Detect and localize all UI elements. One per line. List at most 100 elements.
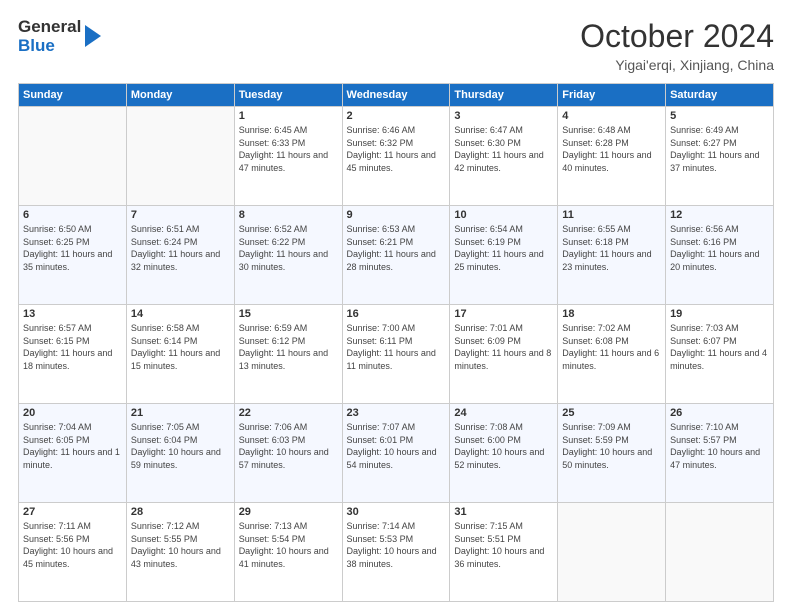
logo-blue: Blue — [18, 37, 81, 56]
day-number: 5 — [670, 110, 769, 122]
day-number: 17 — [454, 308, 553, 320]
calendar-cell: 13 Sunrise: 6:57 AM Sunset: 6:15 PM Dayli… — [19, 305, 127, 404]
calendar-cell: 27 Sunrise: 7:11 AM Sunset: 5:56 PM Dayli… — [19, 503, 127, 602]
page-header: General Blue October 2024 Yigai'erqi, Xi… — [18, 18, 774, 73]
col-saturday: Saturday — [666, 84, 774, 107]
calendar-cell — [558, 503, 666, 602]
day-info: Sunrise: 6:45 AM Sunset: 6:33 PM Dayligh… — [239, 124, 338, 174]
day-info: Sunrise: 7:07 AM Sunset: 6:01 PM Dayligh… — [347, 421, 446, 471]
day-info: Sunrise: 6:51 AM Sunset: 6:24 PM Dayligh… — [131, 223, 230, 273]
day-number: 11 — [562, 209, 661, 221]
month-title: October 2024 — [580, 18, 774, 55]
day-info: Sunrise: 6:52 AM Sunset: 6:22 PM Dayligh… — [239, 223, 338, 273]
day-info: Sunrise: 7:02 AM Sunset: 6:08 PM Dayligh… — [562, 322, 661, 372]
calendar-cell: 7 Sunrise: 6:51 AM Sunset: 6:24 PM Daylig… — [126, 206, 234, 305]
day-number: 13 — [23, 308, 122, 320]
day-number: 1 — [239, 110, 338, 122]
day-info: Sunrise: 6:55 AM Sunset: 6:18 PM Dayligh… — [562, 223, 661, 273]
calendar-cell — [19, 107, 127, 206]
col-friday: Friday — [558, 84, 666, 107]
calendar-cell: 31Sunrise: 7:15 AM Sunset: 5:51 PM Dayli… — [450, 503, 558, 602]
day-info: Sunrise: 6:47 AM Sunset: 6:30 PM Dayligh… — [454, 124, 553, 174]
calendar-cell: 4 Sunrise: 6:48 AM Sunset: 6:28 PM Daylig… — [558, 107, 666, 206]
calendar-table: Sunday Monday Tuesday Wednesday Thursday… — [18, 83, 774, 602]
day-info: Sunrise: 7:12 AM Sunset: 5:55 PM Dayligh… — [131, 520, 230, 570]
calendar-week-3: 13 Sunrise: 6:57 AM Sunset: 6:15 PM Dayli… — [19, 305, 774, 404]
day-number: 7 — [131, 209, 230, 221]
day-number: 19 — [670, 308, 769, 320]
day-info: Sunrise: 6:48 AM Sunset: 6:28 PM Dayligh… — [562, 124, 661, 174]
day-number: 25 — [562, 407, 661, 419]
day-info: Sunrise: 7:01 AM Sunset: 6:09 PM Dayligh… — [454, 322, 553, 372]
day-info: Sunrise: 6:57 AM Sunset: 6:15 PM Dayligh… — [23, 322, 122, 372]
day-number: 30 — [347, 506, 446, 518]
day-info: Sunrise: 7:11 AM Sunset: 5:56 PM Dayligh… — [23, 520, 122, 570]
calendar-cell: 1 Sunrise: 6:45 AM Sunset: 6:33 PM Daylig… — [234, 107, 342, 206]
logo-general: General — [18, 18, 81, 37]
col-monday: Monday — [126, 84, 234, 107]
calendar-cell — [126, 107, 234, 206]
calendar-cell: 9 Sunrise: 6:53 AM Sunset: 6:21 PM Daylig… — [342, 206, 450, 305]
day-number: 23 — [347, 407, 446, 419]
calendar-cell: 22 Sunrise: 7:06 AM Sunset: 6:03 PM Dayli… — [234, 404, 342, 503]
day-number: 27 — [23, 506, 122, 518]
calendar-cell — [666, 503, 774, 602]
day-number: 28 — [131, 506, 230, 518]
calendar-cell: 20 Sunrise: 7:04 AM Sunset: 6:05 PM Dayli… — [19, 404, 127, 503]
calendar-cell: 10Sunrise: 6:54 AM Sunset: 6:19 PM Dayli… — [450, 206, 558, 305]
day-number: 4 — [562, 110, 661, 122]
day-info: Sunrise: 7:13 AM Sunset: 5:54 PM Dayligh… — [239, 520, 338, 570]
day-number: 15 — [239, 308, 338, 320]
calendar-week-2: 6Sunrise: 6:50 AM Sunset: 6:25 PM Daylig… — [19, 206, 774, 305]
day-info: Sunrise: 7:00 AM Sunset: 6:11 PM Dayligh… — [347, 322, 446, 372]
calendar-cell: 8 Sunrise: 6:52 AM Sunset: 6:22 PM Daylig… — [234, 206, 342, 305]
day-info: Sunrise: 6:53 AM Sunset: 6:21 PM Dayligh… — [347, 223, 446, 273]
calendar-cell: 21Sunrise: 7:05 AM Sunset: 6:04 PM Dayli… — [126, 404, 234, 503]
calendar-cell: 25 Sunrise: 7:09 AM Sunset: 5:59 PM Dayli… — [558, 404, 666, 503]
day-number: 6 — [23, 209, 122, 221]
day-number: 9 — [347, 209, 446, 221]
day-info: Sunrise: 6:56 AM Sunset: 6:16 PM Dayligh… — [670, 223, 769, 273]
day-number: 14 — [131, 308, 230, 320]
calendar-cell: 3 Sunrise: 6:47 AM Sunset: 6:30 PM Daylig… — [450, 107, 558, 206]
logo: General Blue — [18, 18, 101, 55]
calendar-week-5: 27 Sunrise: 7:11 AM Sunset: 5:56 PM Dayli… — [19, 503, 774, 602]
day-number: 20 — [23, 407, 122, 419]
day-info: Sunrise: 7:14 AM Sunset: 5:53 PM Dayligh… — [347, 520, 446, 570]
calendar-week-4: 20 Sunrise: 7:04 AM Sunset: 6:05 PM Dayli… — [19, 404, 774, 503]
calendar-cell: 12 Sunrise: 6:56 AM Sunset: 6:16 PM Dayli… — [666, 206, 774, 305]
day-info: Sunrise: 7:08 AM Sunset: 6:00 PM Dayligh… — [454, 421, 553, 471]
calendar-cell: 30 Sunrise: 7:14 AM Sunset: 5:53 PM Dayli… — [342, 503, 450, 602]
calendar-cell: 2Sunrise: 6:46 AM Sunset: 6:32 PM Daylig… — [342, 107, 450, 206]
location-title: Yigai'erqi, Xinjiang, China — [580, 57, 774, 73]
day-info: Sunrise: 7:09 AM Sunset: 5:59 PM Dayligh… — [562, 421, 661, 471]
day-info: Sunrise: 6:49 AM Sunset: 6:27 PM Dayligh… — [670, 124, 769, 174]
day-number: 12 — [670, 209, 769, 221]
calendar-cell: 26Sunrise: 7:10 AM Sunset: 5:57 PM Dayli… — [666, 404, 774, 503]
calendar-cell: 16Sunrise: 7:00 AM Sunset: 6:11 PM Dayli… — [342, 305, 450, 404]
day-number: 8 — [239, 209, 338, 221]
day-info: Sunrise: 7:10 AM Sunset: 5:57 PM Dayligh… — [670, 421, 769, 471]
col-sunday: Sunday — [19, 84, 127, 107]
day-number: 22 — [239, 407, 338, 419]
calendar-cell: 18Sunrise: 7:02 AM Sunset: 6:08 PM Dayli… — [558, 305, 666, 404]
day-info: Sunrise: 7:03 AM Sunset: 6:07 PM Dayligh… — [670, 322, 769, 372]
col-wednesday: Wednesday — [342, 84, 450, 107]
title-block: October 2024 Yigai'erqi, Xinjiang, China — [580, 18, 774, 73]
day-number: 2 — [347, 110, 446, 122]
calendar-cell: 5 Sunrise: 6:49 AM Sunset: 6:27 PM Daylig… — [666, 107, 774, 206]
calendar-cell: 11 Sunrise: 6:55 AM Sunset: 6:18 PM Dayli… — [558, 206, 666, 305]
calendar-week-1: 1 Sunrise: 6:45 AM Sunset: 6:33 PM Daylig… — [19, 107, 774, 206]
calendar-cell: 6Sunrise: 6:50 AM Sunset: 6:25 PM Daylig… — [19, 206, 127, 305]
calendar-cell: 28 Sunrise: 7:12 AM Sunset: 5:55 PM Dayli… — [126, 503, 234, 602]
logo-arrow-icon — [85, 25, 101, 47]
day-info: Sunrise: 7:06 AM Sunset: 6:03 PM Dayligh… — [239, 421, 338, 471]
calendar-cell: 24Sunrise: 7:08 AM Sunset: 6:00 PM Dayli… — [450, 404, 558, 503]
day-number: 29 — [239, 506, 338, 518]
day-number: 3 — [454, 110, 553, 122]
day-info: Sunrise: 7:04 AM Sunset: 6:05 PM Dayligh… — [23, 421, 122, 471]
calendar-cell: 17 Sunrise: 7:01 AM Sunset: 6:09 PM Dayli… — [450, 305, 558, 404]
calendar-cell: 15Sunrise: 6:59 AM Sunset: 6:12 PM Dayli… — [234, 305, 342, 404]
day-number: 10 — [454, 209, 553, 221]
calendar-cell: 29 Sunrise: 7:13 AM Sunset: 5:54 PM Dayli… — [234, 503, 342, 602]
